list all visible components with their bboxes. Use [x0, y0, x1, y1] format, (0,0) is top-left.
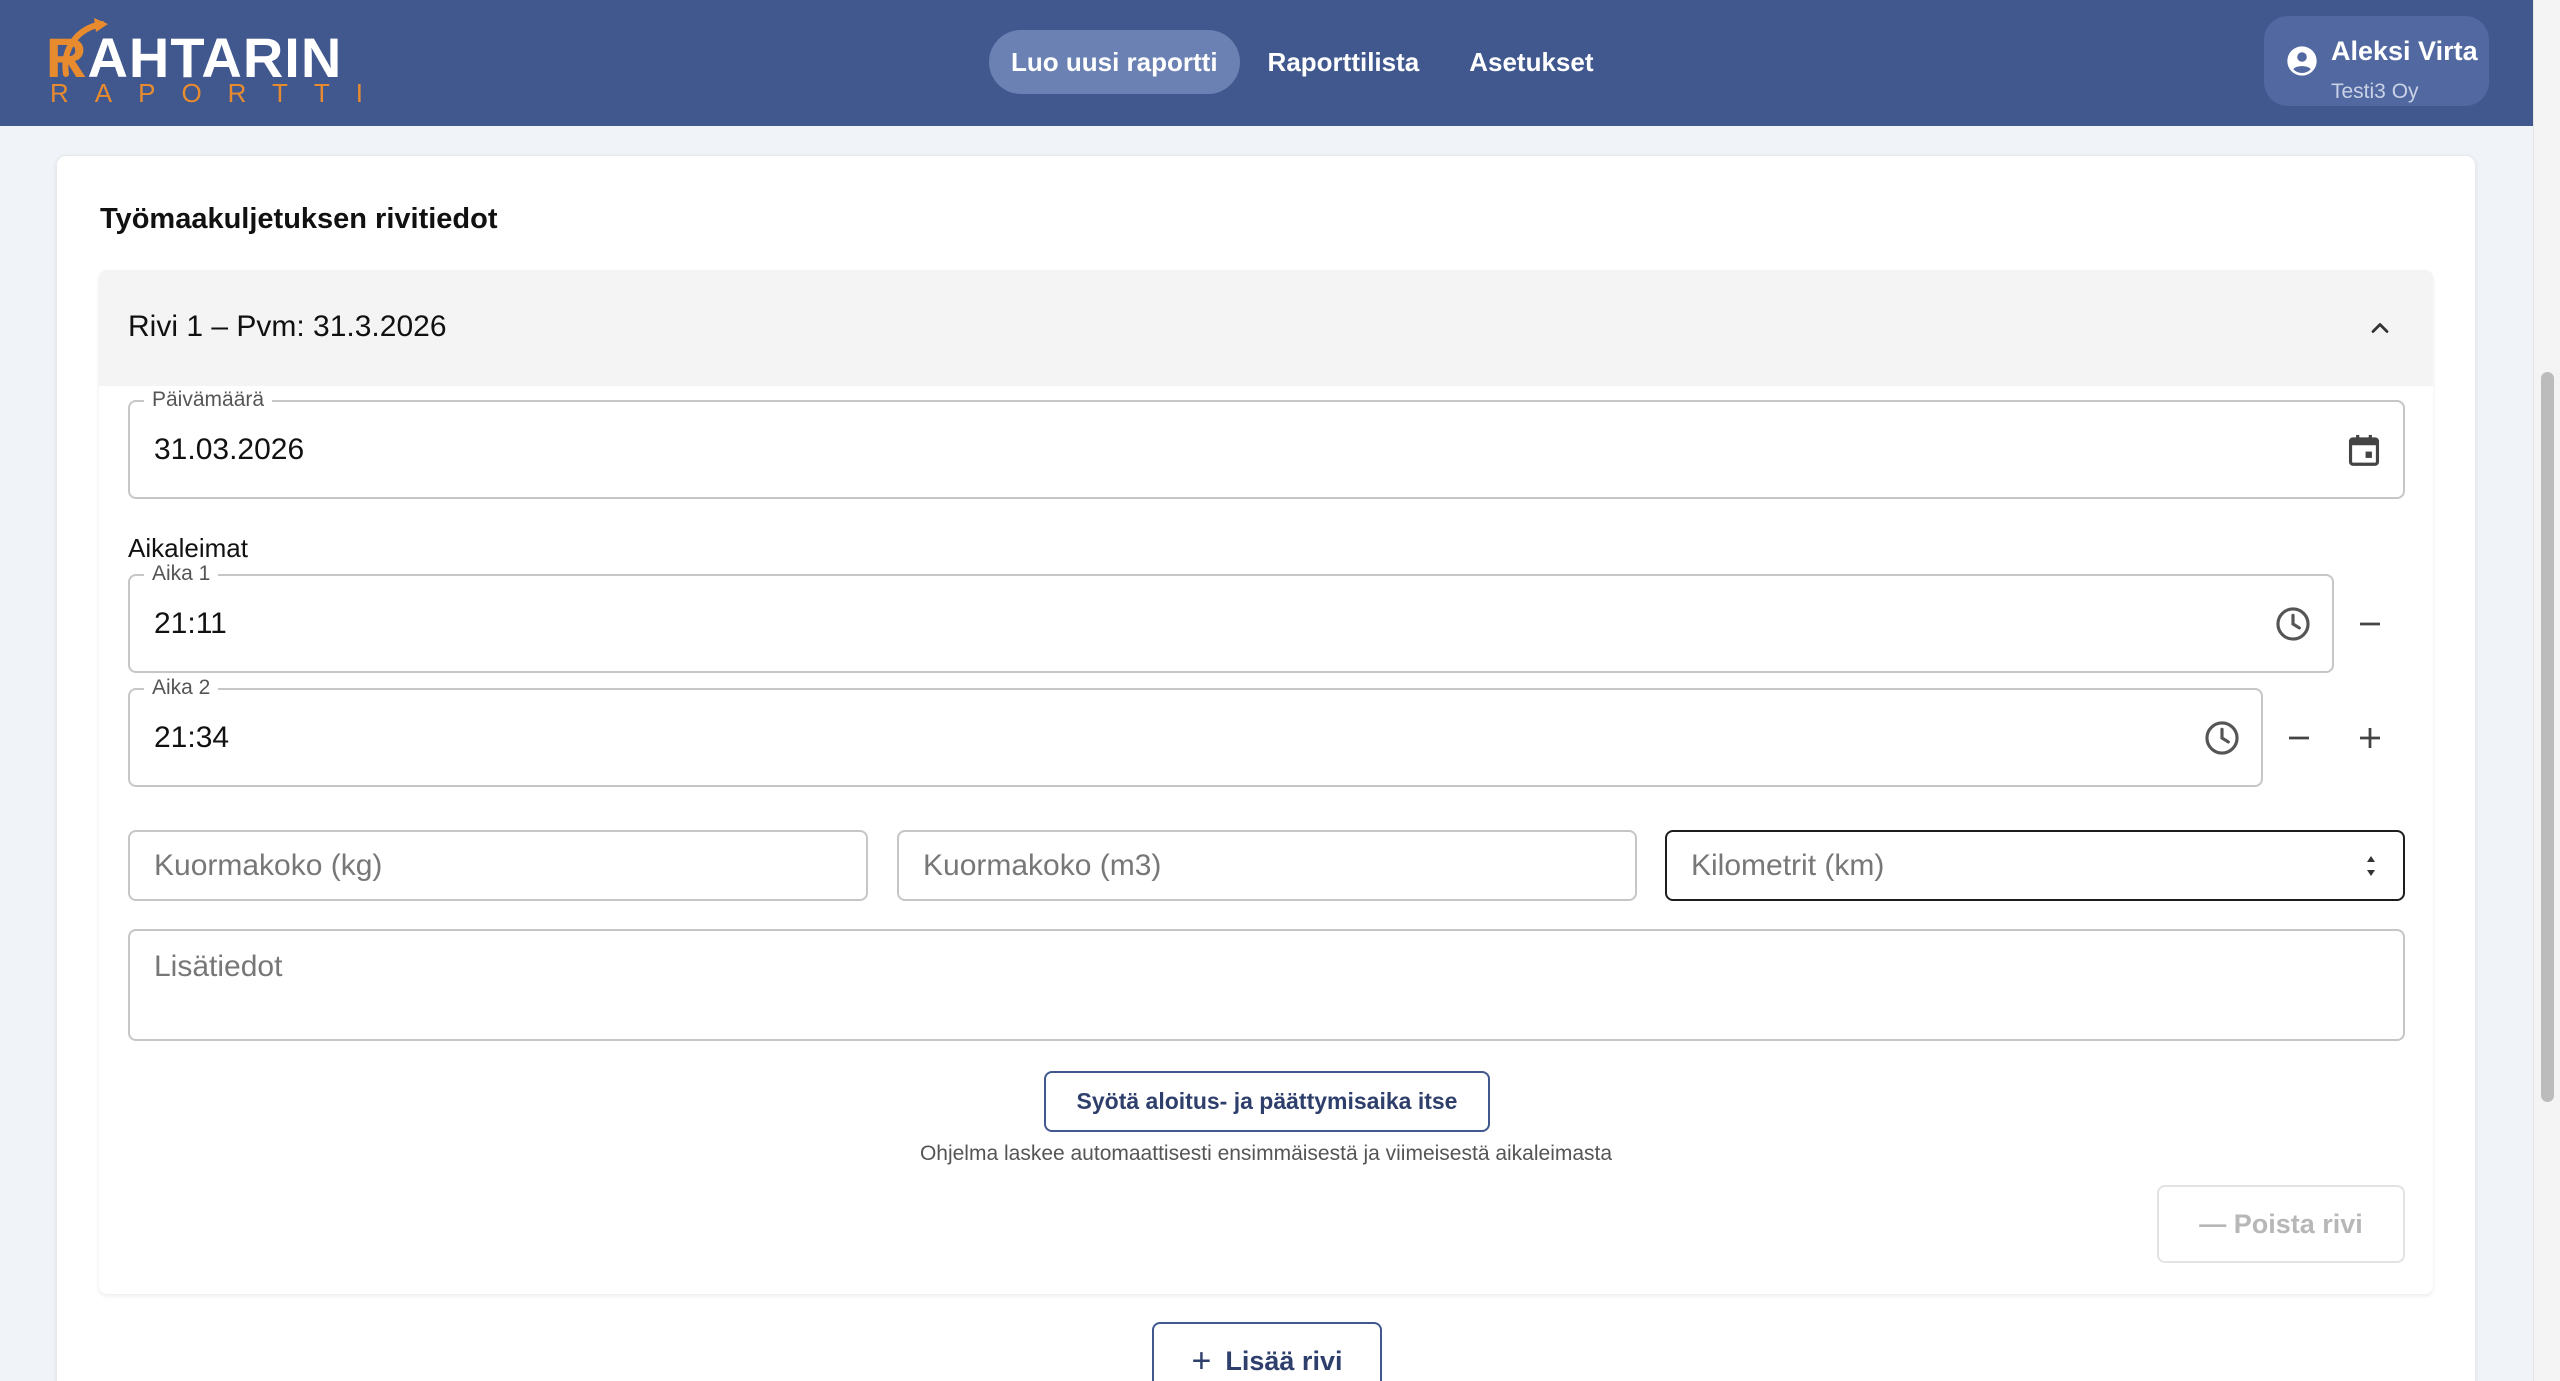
- load-kg-placeholder: Kuormakoko (kg): [154, 848, 383, 882]
- minus-icon: [2360, 622, 2380, 626]
- rahtarin-raportti-logo[interactable]: RAHTARIN RAPORTTI: [46, 18, 363, 110]
- kilometers-input[interactable]: Kilometrit (km): [1665, 830, 2405, 901]
- user-organization: Testi3 Oy: [2331, 80, 2419, 103]
- row-title: Rivi 1 – Pvm: 31.3.2026: [128, 310, 447, 343]
- time-2-label: Aika 2: [144, 676, 219, 700]
- auto-calculation-hint-text: Ohjelma laskee automaattisesti ensimmäis…: [919, 1142, 1613, 1165]
- minus-icon: [2289, 736, 2309, 740]
- chevron-up-icon[interactable]: [2366, 314, 2394, 342]
- load-m3-placeholder: Kuormakoko (m3): [923, 848, 1162, 882]
- nav-create-report[interactable]: Luo uusi raportti: [989, 30, 1240, 94]
- section-title: Työmaakuljetuksen rivitiedot: [100, 203, 498, 235]
- load-m3-input[interactable]: Kuormakoko (m3): [897, 830, 1637, 901]
- account-circle-icon: [2287, 46, 2317, 76]
- row-accordion-header[interactable]: [99, 270, 2433, 386]
- timestamps-label: Aikaleimat: [128, 533, 248, 563]
- nav-report-list[interactable]: Raporttilista: [1246, 30, 1442, 94]
- notes-textarea[interactable]: Lisätiedot: [128, 929, 2405, 1041]
- clock-icon[interactable]: [2274, 605, 2312, 643]
- top-navigation-bar: RAHTARIN RAPORTTI Luo uusi raportti Rapo…: [0, 0, 2533, 126]
- time-2-value: 21:34: [154, 720, 230, 754]
- manual-time-entry-button[interactable]: Syötä aloitus- ja päättymisaika itse: [1044, 1071, 1490, 1132]
- load-kg-input[interactable]: Kuormakoko (kg): [128, 830, 868, 901]
- logo-subtitle: RAPORTTI: [50, 78, 389, 108]
- clock-icon[interactable]: [2203, 719, 2241, 757]
- add-row-button[interactable]: + Lisää rivi: [1152, 1322, 1382, 1381]
- remove-time-1-button[interactable]: [2348, 602, 2392, 646]
- user-menu[interactable]: Aleksi Virta Testi3 Oy: [2264, 16, 2489, 106]
- time-2-field[interactable]: Aika 2 21:34: [128, 676, 2263, 787]
- time-1-label: Aika 1: [144, 562, 219, 586]
- remove-time-2-button[interactable]: [2277, 716, 2321, 760]
- notes-placeholder: Lisätiedot: [154, 950, 283, 983]
- kilometers-placeholder: Kilometrit (km): [1691, 848, 1885, 882]
- time-1-field[interactable]: Aika 1 21:11: [128, 562, 2334, 673]
- delete-row-button[interactable]: — Poista rivi: [2157, 1185, 2405, 1263]
- number-spinner-icon[interactable]: [2363, 849, 2379, 883]
- add-row-label: Lisää rivi: [1225, 1345, 1343, 1376]
- date-field-value: 31.03.2026: [154, 432, 305, 466]
- page-scrollbar-thumb[interactable]: [2541, 372, 2554, 1102]
- nav-settings[interactable]: Asetukset: [1447, 30, 1615, 94]
- date-field-label: Päivämäärä: [144, 388, 273, 412]
- user-name: Aleksi Virta: [2331, 36, 2478, 66]
- time-1-value: 21:11: [154, 606, 227, 640]
- date-field[interactable]: Päivämäärä 31.03.2026: [128, 388, 2405, 499]
- add-time-button[interactable]: [2348, 716, 2392, 760]
- auto-calculation-hint: Ohjelma laskee automaattisesti ensimmäis…: [0, 1142, 2532, 1166]
- calendar-icon[interactable]: [2345, 431, 2383, 469]
- plus-icon: [2360, 728, 2380, 748]
- plus-icon: +: [1191, 1341, 1212, 1380]
- main-nav: Luo uusi raportti Raporttilista Asetukse…: [989, 30, 1622, 94]
